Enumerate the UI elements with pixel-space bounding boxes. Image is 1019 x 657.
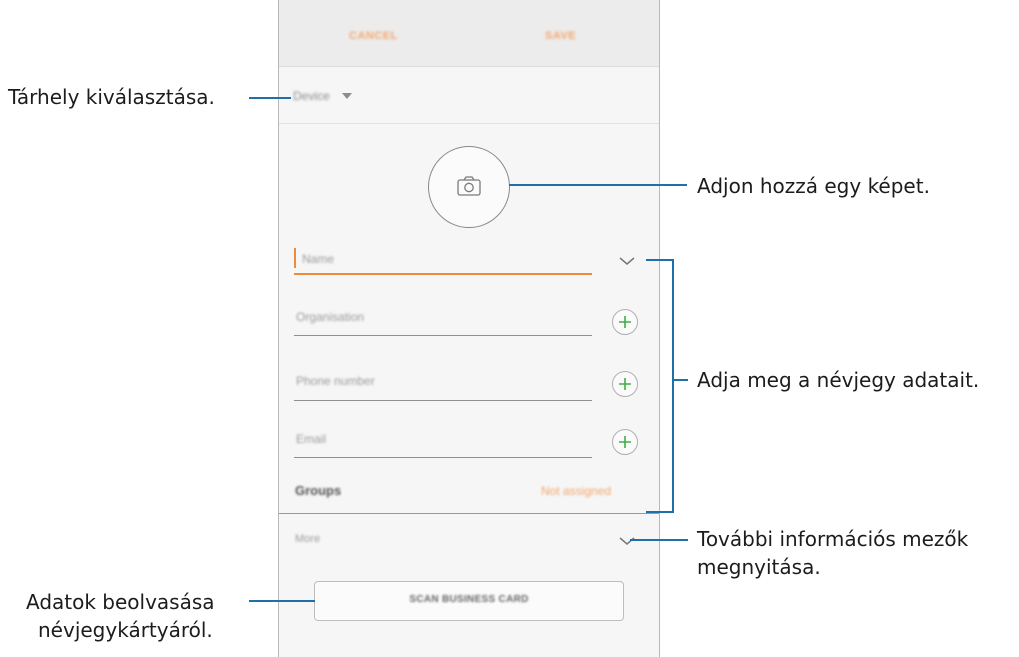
add-phone-button[interactable]: [612, 371, 638, 397]
cancel-button[interactable]: CANCEL: [349, 30, 398, 42]
more-fields-chevron-icon[interactable]: [619, 536, 635, 546]
add-email-button[interactable]: [612, 429, 638, 455]
action-bar: CANCEL SAVE: [279, 0, 659, 67]
text-cursor: [294, 248, 296, 268]
plus-icon: [619, 378, 631, 390]
camera-icon: [457, 176, 481, 196]
callout-more-line1: További információs mezők: [697, 527, 969, 551]
callout-scan-line1: Adatok beolvasása: [26, 590, 215, 614]
callout-line-photo: [509, 184, 687, 186]
save-button[interactable]: SAVE: [545, 30, 576, 42]
plus-icon: [619, 436, 631, 448]
groups-label: Groups: [295, 483, 342, 498]
email-placeholder: Email: [296, 432, 327, 446]
scan-business-card-button[interactable]: SCAN BUSINESS CARD: [314, 581, 624, 621]
organisation-field[interactable]: Organisation: [294, 306, 592, 338]
divider: [279, 513, 659, 514]
organisation-underline: [294, 335, 592, 336]
callout-details: Adja meg a névjegy adatait.: [697, 368, 980, 392]
organisation-placeholder: Organisation: [296, 310, 365, 324]
add-photo-button[interactable]: [428, 146, 510, 228]
callout-line-more: [630, 539, 688, 541]
add-organisation-button[interactable]: [612, 309, 638, 335]
callout-photo: Adjon hozzá egy képet.: [697, 174, 930, 198]
callout-scan-line2: névjegykártyáról.: [38, 618, 213, 642]
callout-line-scan: [249, 600, 315, 602]
name-placeholder: Name: [302, 252, 335, 266]
divider: [279, 123, 659, 124]
callout-bracket-top: [646, 259, 674, 261]
scan-business-card-label: SCAN BUSINESS CARD: [409, 594, 529, 605]
callout-bracket-vertical: [672, 259, 674, 513]
plus-icon: [619, 316, 631, 328]
email-field[interactable]: Email: [294, 428, 592, 460]
name-underline: [294, 273, 592, 275]
storage-selector[interactable]: Device: [293, 84, 352, 108]
callout-more-line2: megnyitása.: [697, 555, 821, 579]
phone-screen: CANCEL SAVE Device Name Organisation Pho…: [278, 0, 660, 657]
email-underline: [294, 457, 592, 458]
callout-line-storage: [249, 97, 291, 99]
phone-number-field[interactable]: Phone number: [294, 370, 592, 402]
phone-number-underline: [294, 400, 592, 401]
callout-line-details: [674, 379, 688, 381]
storage-selected-label: Device: [293, 89, 330, 103]
expand-name-chevron-icon[interactable]: [619, 256, 635, 266]
more-fields-label[interactable]: More: [295, 533, 320, 545]
groups-selector[interactable]: Not assigned: [541, 484, 611, 498]
callout-storage: Tárhely kiválasztása.: [8, 85, 215, 109]
name-field[interactable]: Name: [294, 246, 592, 276]
callout-bracket-bottom: [646, 511, 674, 513]
dropdown-arrow-icon: [341, 93, 352, 99]
phone-number-placeholder: Phone number: [296, 374, 375, 388]
